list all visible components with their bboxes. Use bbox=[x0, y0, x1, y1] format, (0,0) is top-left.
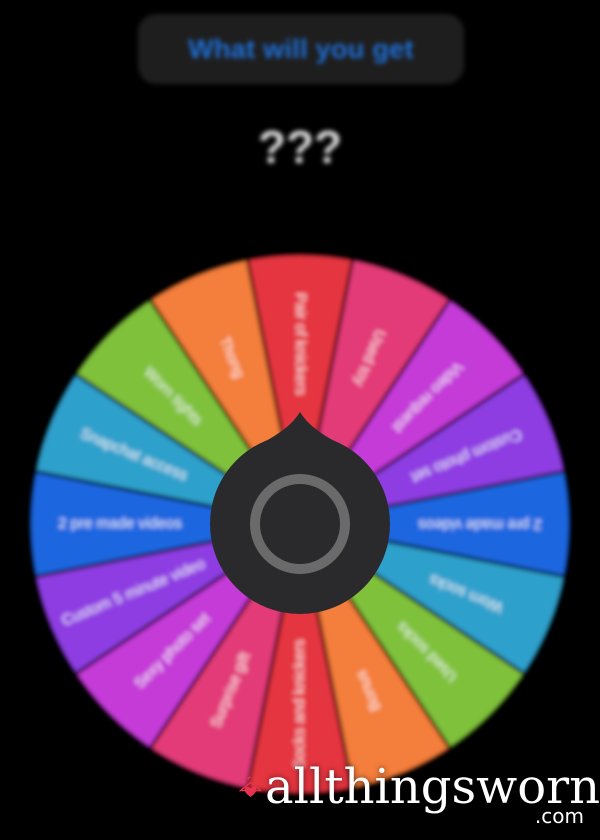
prize-wheel[interactable]: Pair of knickers Used toyVideo requestCus… bbox=[0, 0, 600, 840]
wheel-segment-label: 2 pre made videos bbox=[418, 516, 541, 533]
watermark: allthingsworn .com bbox=[236, 752, 600, 828]
hub-circle bbox=[210, 434, 390, 614]
hanger-heart-icon bbox=[238, 776, 263, 797]
wheel-segment-label: Socks and knickers bbox=[291, 639, 308, 768]
watermark-domain: .com bbox=[534, 804, 584, 828]
wheel-segment-label: Pair of knickers bbox=[292, 293, 309, 396]
wheel-segment-label: 2 pre made videos bbox=[58, 515, 181, 532]
